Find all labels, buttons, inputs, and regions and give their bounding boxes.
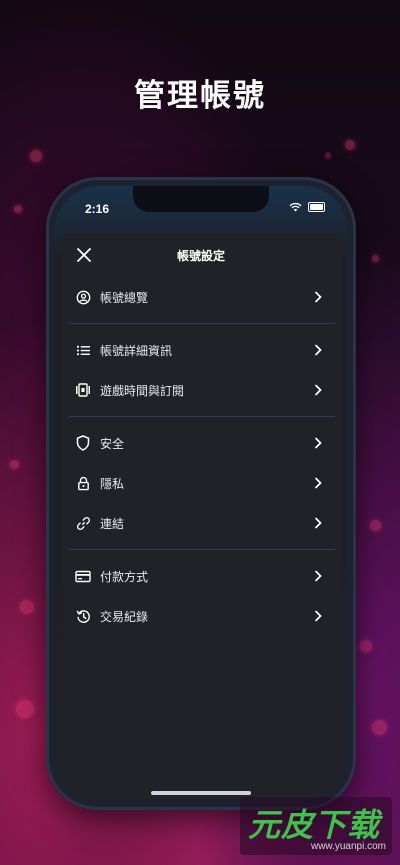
chevron-right-icon bbox=[315, 437, 322, 449]
shield-icon bbox=[75, 435, 91, 451]
history-icon bbox=[75, 608, 91, 624]
chevron-right-icon bbox=[315, 291, 322, 303]
chevron-right-icon bbox=[315, 477, 322, 489]
menu-group-details: 帳號詳細資訊 遊戲時間與訂閱 bbox=[61, 330, 341, 410]
account-circle-icon bbox=[75, 289, 91, 305]
list-icon bbox=[75, 342, 91, 358]
hero-title: 管理帳號 bbox=[134, 78, 266, 113]
menu-item-linked-accounts[interactable]: 連結 bbox=[67, 503, 335, 543]
phone-frame: 2:16 帳號設定 帳號總覽 帳號詳細資訊 遊戲時間與訂閱 安全 隱私 連結 付… bbox=[46, 177, 356, 810]
lock-icon bbox=[75, 475, 91, 491]
menu-label: 遊戲時間與訂閱 bbox=[100, 383, 185, 398]
menu-group-overview: 帳號總覽 bbox=[61, 277, 341, 317]
phone-notch bbox=[133, 186, 269, 212]
menu-item-account-overview[interactable]: 帳號總覽 bbox=[67, 277, 335, 317]
panel-title: 帳號設定 bbox=[176, 249, 225, 263]
menu-label: 付款方式 bbox=[100, 569, 149, 584]
divider bbox=[69, 549, 335, 550]
media-icon bbox=[75, 382, 91, 398]
link-icon bbox=[75, 515, 91, 531]
menu-item-account-details[interactable]: 帳號詳細資訊 bbox=[67, 330, 335, 370]
menu-label: 交易紀錄 bbox=[100, 609, 149, 624]
chevron-right-icon bbox=[315, 384, 322, 396]
home-indicator[interactable] bbox=[151, 791, 251, 795]
chevron-right-icon bbox=[315, 610, 322, 622]
watermark-url: www.yuanpi.com bbox=[310, 841, 386, 852]
menu-item-security[interactable]: 安全 bbox=[67, 423, 335, 463]
menu-item-transaction-history[interactable]: 交易紀錄 bbox=[67, 596, 335, 636]
menu-label: 連結 bbox=[100, 516, 125, 531]
menu-label: 帳號詳細資訊 bbox=[100, 343, 173, 358]
chevron-right-icon bbox=[315, 570, 322, 582]
phone-screen: 2:16 帳號設定 帳號總覽 帳號詳細資訊 遊戲時間與訂閱 安全 隱私 連結 付… bbox=[55, 186, 347, 801]
panel-header: 帳號設定 bbox=[61, 233, 341, 277]
credit-card-icon bbox=[75, 568, 91, 584]
chevron-right-icon bbox=[315, 517, 322, 529]
watermark-logo: 元皮下载 www.yuanpi.com bbox=[240, 797, 392, 855]
divider bbox=[69, 323, 335, 324]
menu-item-privacy[interactable]: 隱私 bbox=[67, 463, 335, 503]
account-settings-panel: 帳號設定 帳號總覽 帳號詳細資訊 遊戲時間與訂閱 安全 隱私 連結 付款方式 交… bbox=[61, 233, 341, 801]
status-icons bbox=[289, 202, 325, 212]
menu-group-payments: 付款方式 交易紀錄 bbox=[61, 556, 341, 636]
status-time: 2:16 bbox=[85, 202, 110, 216]
chevron-right-icon bbox=[315, 344, 322, 356]
menu-label: 帳號總覽 bbox=[100, 290, 149, 305]
divider bbox=[69, 416, 335, 417]
menu-item-playtime-subscriptions[interactable]: 遊戲時間與訂閱 bbox=[67, 370, 335, 410]
wifi-icon bbox=[289, 202, 302, 212]
watermark-text: 元皮下载 bbox=[248, 807, 381, 843]
menu-item-payment-methods[interactable]: 付款方式 bbox=[67, 556, 335, 596]
menu-group-security: 安全 隱私 連結 bbox=[61, 423, 341, 543]
menu-label: 安全 bbox=[100, 436, 125, 451]
battery-icon bbox=[308, 202, 325, 212]
menu-label: 隱私 bbox=[100, 476, 125, 491]
